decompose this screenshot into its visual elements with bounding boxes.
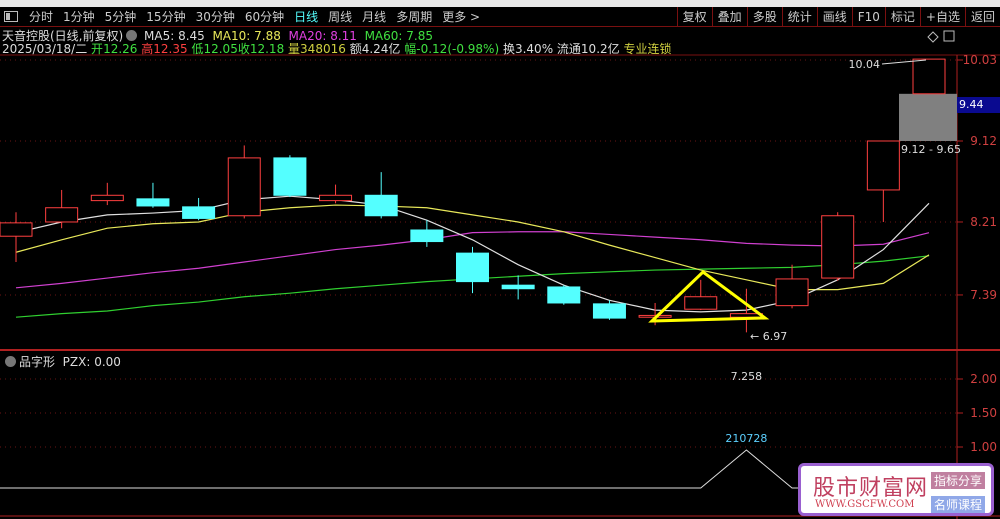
candle <box>866 140 900 222</box>
candle-body <box>45 207 79 223</box>
candle <box>456 246 489 294</box>
candle <box>182 197 216 221</box>
candle <box>821 212 855 281</box>
peak-label: 7.258 <box>731 370 763 383</box>
indicator-name: 品字形 <box>19 355 56 369</box>
candle <box>547 285 581 305</box>
kline-chart[interactable]: 10.03 9.12 8.21 7.39 10.04 ← 6.97 9.12 - 9.65 2… <box>0 0 1000 519</box>
price-axis-label: 9.12 <box>970 134 997 148</box>
candle <box>0 212 33 263</box>
candle-body <box>912 58 946 95</box>
candle-body <box>364 194 398 217</box>
panel-icon <box>943 30 955 42</box>
candle-body <box>501 284 535 290</box>
watermark-badge-share: 指标分享 <box>930 472 985 489</box>
candle <box>410 220 444 247</box>
candle <box>136 182 170 208</box>
candle-body <box>866 140 900 191</box>
indicator-axis-label: 1.50 <box>970 406 997 420</box>
candle-body <box>0 222 33 237</box>
watermark-logo: 股市财富网 WWW.GSCFW.COM 指标分享 名师课程 <box>798 463 994 516</box>
candle-body <box>592 303 626 319</box>
price-axis-label: 7.39 <box>970 288 997 302</box>
watermark-title: 股市财富网 <box>813 476 929 501</box>
diamond-icon <box>927 31 939 43</box>
indicator-value: PZX: 0.00 <box>62 355 121 369</box>
candle-body <box>273 157 307 196</box>
candle <box>775 264 809 309</box>
high-annotation: 10.04 <box>849 58 881 71</box>
candle <box>90 182 124 206</box>
candle <box>45 189 79 229</box>
range-annotation: 9.12 - 9.65 <box>901 143 961 156</box>
candle-body <box>547 286 581 304</box>
candle <box>273 155 307 198</box>
low-value: 6.97 <box>763 330 788 343</box>
candle <box>227 145 261 219</box>
candle-body <box>684 296 718 310</box>
candle-body <box>821 215 855 279</box>
watermark-url: WWW.GSCFW.COM <box>815 499 915 510</box>
candle <box>501 275 535 300</box>
candle-body <box>90 194 124 202</box>
candle-body <box>319 194 353 202</box>
candle-body <box>456 252 489 283</box>
price-axis-label: 8.21 <box>970 215 997 229</box>
indicator-dropdown-icon[interactable] <box>5 356 16 367</box>
indicator-header: 品字形 PZX: 0.00 <box>2 353 121 370</box>
candle <box>319 184 353 204</box>
price-range-box <box>899 93 957 141</box>
candle-body <box>136 198 170 207</box>
candle-body <box>182 206 216 219</box>
low-annotation: ← 6.97 <box>750 330 787 343</box>
candle-body <box>227 157 261 217</box>
current-price-tag: 9.44 <box>957 97 1000 113</box>
indicator-axis-label: 2.00 <box>970 372 997 386</box>
indicator-axis-label: 1.00 <box>970 440 997 454</box>
candle-body <box>410 229 444 243</box>
watermark-badge-course: 名师课程 <box>930 496 985 513</box>
price-axis-label: 10.03 <box>963 53 997 67</box>
candle <box>912 58 946 95</box>
peak-volume-label: 210728 <box>725 432 767 445</box>
candle-body <box>775 278 809 307</box>
candle <box>364 172 398 219</box>
